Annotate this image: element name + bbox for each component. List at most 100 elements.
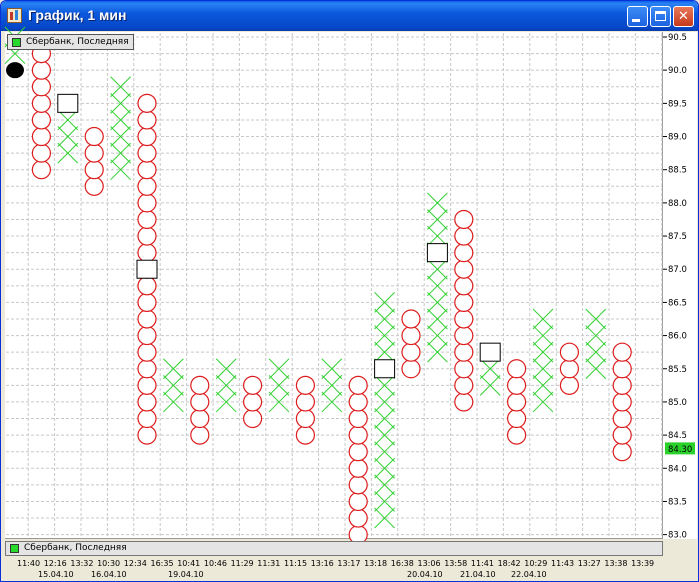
o-mark xyxy=(348,408,368,429)
time-label: 13:38 xyxy=(604,559,627,568)
o-mark xyxy=(243,408,263,429)
time-label: 13:32 xyxy=(70,559,93,568)
square-marker xyxy=(374,359,396,379)
price-tick-label: 86.0 xyxy=(668,332,687,342)
o-mark xyxy=(295,392,315,412)
o-mark xyxy=(137,309,157,329)
o-mark xyxy=(137,392,157,412)
o-mark xyxy=(137,292,157,312)
o-mark xyxy=(612,375,632,395)
o-mark xyxy=(137,226,157,246)
o-mark xyxy=(243,392,263,412)
x-mark xyxy=(427,308,448,330)
o-mark xyxy=(137,143,157,163)
o-mark xyxy=(84,143,104,163)
grid-lines xyxy=(6,33,663,538)
time-label: 13:27 xyxy=(578,559,601,568)
price-tick-label: 83.0 xyxy=(668,531,687,541)
price-tick-label: 83.5 xyxy=(668,497,687,507)
o-mark xyxy=(454,276,474,296)
o-mark xyxy=(84,176,104,196)
o-mark xyxy=(454,309,474,329)
o-mark xyxy=(348,491,368,512)
x-mark xyxy=(427,325,448,346)
series-color-swatch xyxy=(12,38,21,47)
time-label: 11:43 xyxy=(551,559,574,568)
o-mark xyxy=(190,425,210,445)
o-mark xyxy=(295,408,315,429)
o-mark xyxy=(137,375,157,395)
date-label: 22.04.10 xyxy=(511,570,547,579)
series-legend-top[interactable]: Сбербанк, Последняя xyxy=(7,34,134,50)
o-mark xyxy=(348,475,368,495)
price-tick-label: 90.5 xyxy=(668,33,687,43)
x-mark xyxy=(427,192,448,214)
time-label: 16:38 xyxy=(391,559,414,568)
time-label: 10:30 xyxy=(97,559,120,568)
o-mark xyxy=(401,325,421,346)
o-mark xyxy=(190,375,210,395)
o-mark xyxy=(31,110,52,130)
o-mark xyxy=(137,325,157,346)
time-label: 10:46 xyxy=(204,559,227,568)
time-label: 10:41 xyxy=(177,559,200,568)
point-and-figure-chart[interactable]: 90.5 90.0 89.5 89.0 88.5 88.0 87.5 87.0 86.5 86.0… xyxy=(1,1,699,582)
date-label: 19.04.10 xyxy=(168,570,204,579)
o-mark xyxy=(348,375,368,395)
o-mark xyxy=(454,292,474,312)
price-tick-label: 89.5 xyxy=(668,99,687,109)
x-mark xyxy=(57,126,79,147)
o-mark xyxy=(84,126,104,147)
price-tick-label: 88.0 xyxy=(668,199,687,209)
o-mark xyxy=(348,442,368,462)
o-mark xyxy=(454,259,474,279)
o-mark xyxy=(454,392,474,412)
o-mark xyxy=(454,226,474,246)
x-mark xyxy=(427,292,448,313)
o-mark xyxy=(31,77,52,97)
current-price-label: 84.30 xyxy=(668,445,692,455)
series-color-swatch xyxy=(10,544,19,553)
time-label: 16:35 xyxy=(151,559,174,568)
o-mark xyxy=(454,209,474,230)
x-mark xyxy=(57,142,79,164)
x-mark xyxy=(427,341,448,363)
x-mark xyxy=(427,225,448,247)
chart-markers xyxy=(6,62,501,379)
time-axis[interactable]: 11:40 12:16 13:32 10:30 12:34 16:35 10:41 10:46… xyxy=(5,557,663,581)
time-label: 18:42 xyxy=(498,559,521,568)
o-mark xyxy=(137,110,157,130)
o-mark xyxy=(612,359,632,379)
filled-circle-marker xyxy=(6,62,24,79)
series-legend-bottom[interactable]: Сбербанк, Последняя xyxy=(5,541,663,556)
o-mark xyxy=(137,359,157,379)
o-mark xyxy=(348,508,368,528)
price-tick-label: 87.5 xyxy=(668,232,687,242)
o-mark xyxy=(506,408,527,429)
time-label: 13:58 xyxy=(444,559,467,568)
price-tick-label: 90.0 xyxy=(668,66,687,76)
o-mark xyxy=(190,408,210,429)
o-mark xyxy=(243,375,263,395)
o-mark xyxy=(506,375,527,395)
o-mark xyxy=(506,359,527,379)
o-mark xyxy=(401,359,421,379)
o-mark xyxy=(137,408,157,429)
date-label: 15.04.10 xyxy=(38,570,74,579)
o-mark xyxy=(612,442,632,462)
o-mark xyxy=(612,392,632,412)
o-mark xyxy=(137,160,157,180)
o-mark xyxy=(348,458,368,478)
square-marker xyxy=(136,259,158,279)
x-mark xyxy=(57,109,79,131)
time-label: 13:06 xyxy=(418,559,441,568)
o-mark xyxy=(31,160,52,180)
o-mark xyxy=(612,425,632,445)
price-tick-label: 86.5 xyxy=(668,298,687,308)
time-label: 11:31 xyxy=(257,559,280,568)
o-mark xyxy=(454,342,474,362)
o-mark xyxy=(137,193,157,213)
o-mark xyxy=(137,425,157,445)
price-tick-label: 87.0 xyxy=(668,265,687,275)
chart-window: График, 1 мин ✕ 90.5 90.0 89.5 89.0 88.5 88.0… xyxy=(0,0,699,582)
